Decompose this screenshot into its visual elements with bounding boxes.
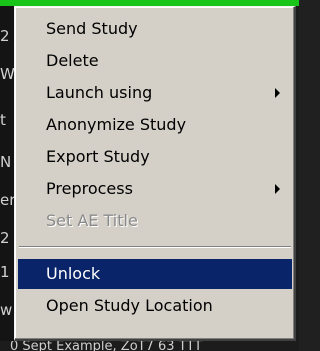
menu-separator	[19, 246, 291, 248]
bg-row-text: 0 Sept Example, ZoT7 63 TTT	[10, 341, 203, 351]
menu-item-label: Unlock	[46, 264, 101, 283]
menu-item-preprocess[interactable]: Preprocess	[18, 174, 292, 204]
bg-fragment: N	[0, 153, 12, 171]
menu-item-open-study-location[interactable]: Open Study Location	[18, 291, 292, 321]
menu-item-label: Preprocess	[46, 179, 133, 198]
study-list-background: 2 W t N er 2 1 w	[0, 6, 14, 351]
menu-item-launch-using[interactable]: Launch using	[18, 78, 292, 108]
menu-item-label: Launch using	[46, 83, 153, 102]
bg-fragment: 2	[0, 229, 10, 247]
bg-fragment: t	[0, 111, 6, 129]
bg-fragment: er	[0, 191, 14, 209]
menu-item-send-study[interactable]: Send Study	[18, 14, 292, 44]
menu-item-anonymize-study[interactable]: Anonymize Study	[18, 110, 292, 140]
study-list-row-partial: 0 Sept Example, ZoT7 63 TTT	[0, 341, 299, 351]
menu-item-label: Send Study	[46, 19, 138, 38]
screen: 2 W t N er 2 1 w 0 Sept Example, ZoT7 63…	[0, 0, 299, 351]
submenu-arrow-icon	[275, 88, 280, 98]
bg-fragment: w	[0, 301, 13, 319]
menu-item-set-ae-title: Set AE Title	[18, 206, 292, 236]
menu-item-label: Set AE Title	[46, 211, 138, 230]
bg-fragment: W	[0, 65, 14, 83]
bg-fragment: 1	[0, 263, 10, 281]
menu-item-unlock[interactable]: Unlock	[18, 259, 292, 289]
bg-fragment: 2	[0, 27, 10, 45]
submenu-arrow-icon	[275, 184, 280, 194]
context-menu: Send Study Delete Launch using Anonymize…	[14, 6, 296, 341]
menu-item-label: Delete	[46, 51, 99, 70]
menu-item-export-study[interactable]: Export Study	[18, 142, 292, 172]
menu-item-delete[interactable]: Delete	[18, 46, 292, 76]
menu-item-label: Open Study Location	[46, 296, 213, 315]
menu-item-label: Export Study	[46, 147, 150, 166]
menu-item-label: Anonymize Study	[46, 115, 187, 134]
